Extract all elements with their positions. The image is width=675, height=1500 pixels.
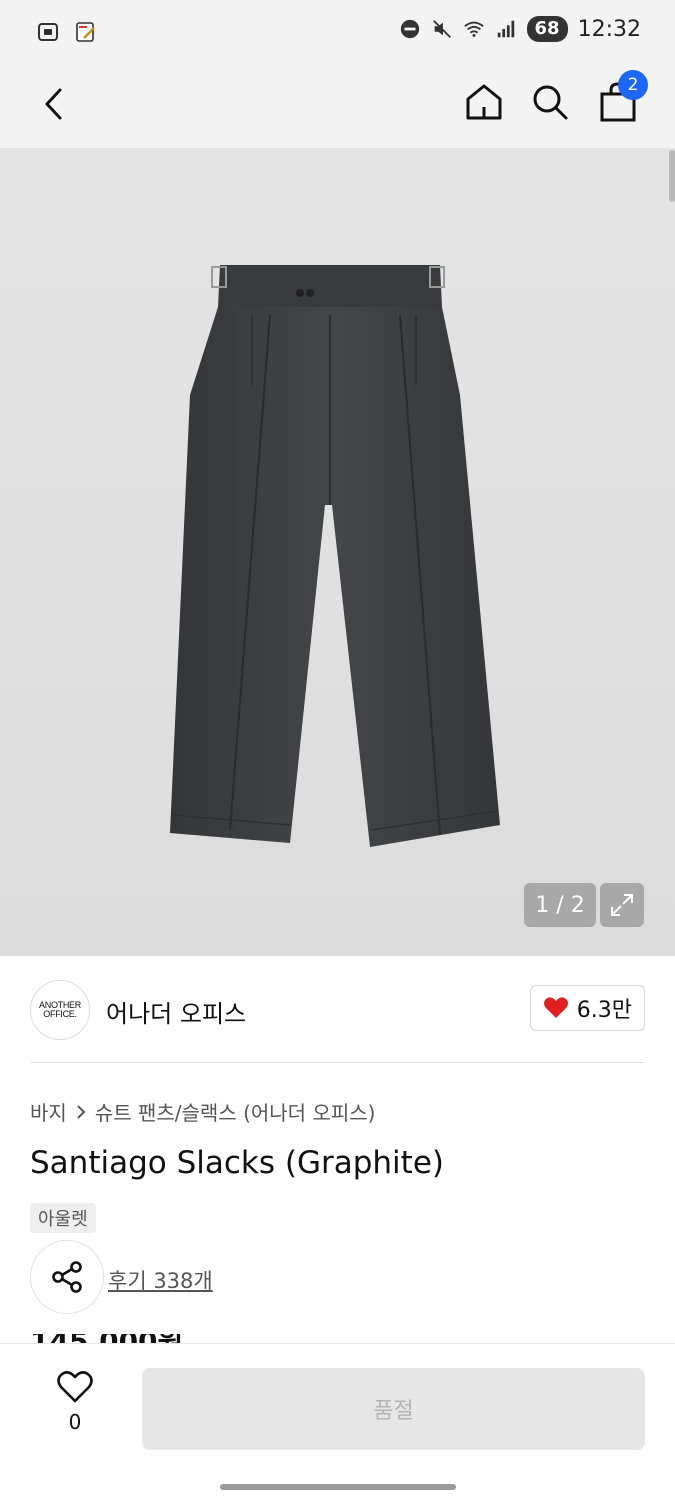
cart-button[interactable]: 2 [592,70,648,128]
clock: 12:32 [577,16,641,42]
status-right-icons: 68 12:32 [399,16,641,42]
pants-image [170,265,500,847]
brand-like-count: 6.3만 [576,998,632,1023]
share-icon [52,1261,82,1293]
search-button[interactable] [524,76,576,128]
breadcrumb-item-pants[interactable]: 바지 [30,1097,67,1126]
wishlist-count: 0 [68,1410,82,1434]
screenshot-icon [38,23,58,41]
wishlist-button[interactable]: 0 [40,1370,110,1448]
heart-outline-icon [57,1371,93,1403]
home-indicator[interactable] [220,1484,456,1490]
brand-name[interactable]: 어나더 오피스 [106,994,246,1029]
brand-row: ANOTHER OFFICE. 어나더 오피스 6.3만 [30,980,645,1040]
wifi-icon [463,21,484,37]
battery-indicator: 68 [526,16,568,42]
status-left-icons [36,20,98,44]
image-counter: 1 / 2 [524,883,596,927]
outlet-tag: 아울렛 [30,1203,96,1233]
brand-logo[interactable]: ANOTHER OFFICE. [30,980,90,1040]
home-icon [466,84,502,120]
home-button[interactable] [458,76,510,128]
expand-image-button[interactable] [600,883,644,927]
bottom-action-bar: 0 품절 [0,1343,675,1500]
mute-icon [432,20,451,38]
chevron-right-icon [77,1104,86,1119]
status-bar: 68 12:32 [0,0,675,64]
product-title: Santiago Slacks (Graphite) [30,1145,444,1181]
breadcrumb-item-category[interactable]: 슈트 팬츠/슬랙스 (어나더 오피스) [95,1097,376,1126]
brand-logo-line2: OFFICE. [43,1009,77,1019]
sold-out-button[interactable]: 품절 [142,1368,645,1450]
share-button[interactable] [30,1240,104,1314]
heart-filled-icon [543,997,568,1018]
back-arrow-icon [45,88,62,120]
search-icon [533,85,568,120]
scrollbar[interactable] [669,150,675,202]
back-button[interactable] [28,78,80,130]
notes-app-icon [76,22,95,42]
cart-count-badge: 2 [618,70,648,100]
review-link[interactable]: 후기 338개 [108,1265,213,1295]
expand-icon [611,894,633,916]
brand-like-button[interactable]: 6.3만 [529,985,645,1031]
signal-icon [497,20,514,38]
breadcrumb: 바지 슈트 팬츠/슬랙스 (어나더 오피스) [30,1097,375,1126]
do-not-disturb-icon [400,19,419,39]
app-header: 2 [0,64,675,148]
divider [30,1062,645,1063]
